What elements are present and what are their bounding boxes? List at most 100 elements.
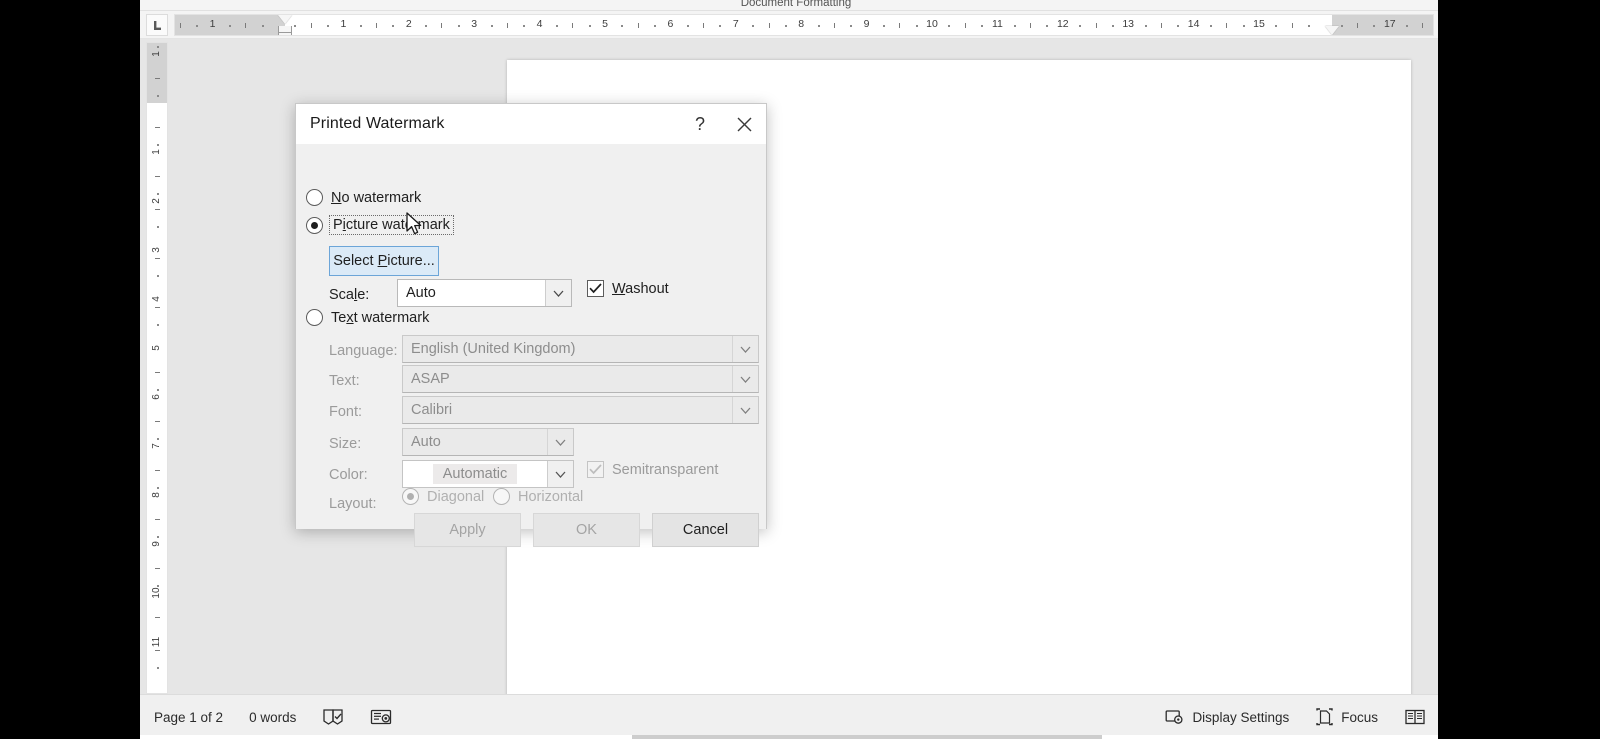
language-combobox[interactable]: English (United Kingdom) bbox=[402, 335, 759, 363]
radio-picture-watermark-control[interactable] bbox=[306, 216, 323, 234]
ruler-dot bbox=[1177, 25, 1179, 27]
text-label: Text: bbox=[329, 373, 360, 389]
ruler-dot bbox=[654, 25, 656, 27]
status-bar: Page 1 of 2 0 words Display Settings Foc… bbox=[140, 694, 1438, 739]
semitransparent-checkbox-row[interactable]: Semitransparent bbox=[587, 461, 718, 478]
language-dropdown-arrow[interactable] bbox=[732, 336, 758, 362]
ruler-dot bbox=[157, 438, 159, 440]
washout-checkbox[interactable] bbox=[587, 280, 604, 297]
ruler-tick bbox=[155, 470, 160, 471]
apply-button[interactable]: Apply bbox=[414, 513, 521, 547]
color-combobox[interactable]: Automatic bbox=[402, 460, 574, 488]
washout-label: Washout bbox=[612, 280, 669, 297]
right-indent-marker[interactable] bbox=[1325, 26, 1339, 35]
language-label: Language: bbox=[329, 343, 398, 359]
ruler-tick bbox=[155, 78, 160, 79]
horizontal-ruler-track[interactable]: 1 1 2 3 4 5 6 7 8 9 10 11 12 13 14 15 17 bbox=[174, 14, 1434, 36]
text-dropdown-arrow[interactable] bbox=[732, 366, 758, 392]
left-indent-marker[interactable] bbox=[278, 32, 292, 35]
ruler-tick bbox=[155, 568, 160, 569]
vertical-ruler[interactable]: 1 1 2 3 4 5 6 7 8 9 10 11 bbox=[146, 42, 168, 694]
ruler-dot bbox=[1079, 25, 1081, 27]
radio-no-watermark[interactable]: No watermark bbox=[306, 189, 421, 206]
size-dropdown-arrow[interactable] bbox=[547, 429, 573, 455]
cancel-button[interactable]: Cancel bbox=[652, 513, 759, 547]
status-display-settings-button[interactable]: Display Settings bbox=[1161, 705, 1293, 729]
color-value: Automatic bbox=[432, 464, 518, 484]
first-line-indent-marker[interactable] bbox=[278, 15, 292, 24]
ok-button[interactable]: OK bbox=[533, 513, 640, 547]
size-value: Auto bbox=[411, 434, 441, 450]
color-dropdown-arrow[interactable] bbox=[547, 461, 573, 487]
ruler-tick bbox=[155, 258, 160, 259]
ruler-dot bbox=[327, 25, 329, 27]
ruler-number: 10 bbox=[926, 18, 938, 30]
ruler-tick bbox=[638, 23, 639, 28]
radio-layout-horizontal[interactable]: Horizontal bbox=[493, 488, 583, 505]
help-button[interactable]: ? bbox=[678, 104, 722, 144]
ruler-tick bbox=[899, 23, 900, 28]
status-page-indicator[interactable]: Page 1 of 2 bbox=[150, 707, 227, 728]
font-combobox[interactable]: Calibri bbox=[402, 396, 759, 424]
ruler-dot bbox=[883, 25, 885, 27]
radio-picture-watermark[interactable]: Picture watermark bbox=[306, 215, 454, 235]
ruler-dot bbox=[948, 25, 950, 27]
horizontal-scrollbar[interactable] bbox=[140, 735, 1438, 739]
dialog-title-bar[interactable]: Printed Watermark ? bbox=[296, 104, 766, 144]
scrollbar-thumb[interactable] bbox=[632, 735, 1102, 739]
close-icon bbox=[737, 117, 751, 131]
accel-w: W bbox=[612, 280, 626, 297]
ruler-dot bbox=[196, 25, 198, 27]
chevron-down-icon bbox=[740, 346, 751, 353]
status-focus-button[interactable]: Focus bbox=[1311, 705, 1382, 729]
radio-layout-horizontal-label: Horizontal bbox=[518, 488, 584, 505]
ruler-dot bbox=[157, 226, 159, 228]
status-read-mode-button[interactable] bbox=[1400, 705, 1430, 729]
ruler-number: 11 bbox=[991, 18, 1003, 30]
proofing-errors-icon bbox=[322, 708, 344, 726]
chevron-down-icon bbox=[740, 376, 751, 383]
radio-text-watermark[interactable]: Text watermark bbox=[306, 309, 429, 326]
horizontal-ruler[interactable]: 1 1 2 3 4 5 6 7 8 9 10 11 12 13 14 15 17 bbox=[140, 11, 1438, 39]
ruler-dot bbox=[1046, 25, 1048, 27]
ruler-number: 5 bbox=[602, 18, 608, 30]
ruler-dot bbox=[157, 389, 159, 391]
status-word-count[interactable]: 0 words bbox=[245, 707, 300, 728]
ruler-tick bbox=[155, 519, 160, 520]
washout-checkbox-row[interactable]: Washout bbox=[587, 280, 669, 297]
ruler-number: 9 bbox=[863, 18, 870, 30]
ruler-dot bbox=[157, 193, 159, 195]
ruler-number: 15 bbox=[1253, 18, 1265, 30]
radio-layout-diagonal-control[interactable] bbox=[402, 488, 419, 505]
left-tab-stop-icon bbox=[153, 20, 161, 30]
ruler-dot bbox=[1145, 25, 1147, 27]
tab-stop-selector-button[interactable] bbox=[146, 14, 168, 36]
status-proofing-button[interactable] bbox=[318, 705, 348, 729]
text-combobox[interactable]: ASAP bbox=[402, 365, 759, 393]
ruler-tick bbox=[311, 23, 312, 28]
scale-dropdown-arrow[interactable] bbox=[545, 280, 571, 306]
radio-text-watermark-control[interactable] bbox=[306, 309, 323, 326]
radio-layout-diagonal[interactable]: Diagonal bbox=[402, 488, 484, 505]
scale-combobox[interactable]: Auto bbox=[397, 279, 572, 307]
size-combobox[interactable]: Auto bbox=[402, 428, 574, 456]
status-accessibility-button[interactable] bbox=[366, 705, 396, 729]
checkmark-icon bbox=[589, 283, 602, 294]
ruler-dot bbox=[458, 25, 460, 27]
ruler-dot bbox=[262, 25, 264, 27]
ruler-number: 1 bbox=[340, 18, 347, 30]
radio-layout-horizontal-control[interactable] bbox=[493, 488, 510, 505]
horizontal-ruler-marks: 1 1 2 3 4 5 6 7 8 9 10 11 12 13 14 15 17 bbox=[175, 15, 1433, 35]
ruler-dot bbox=[785, 25, 787, 27]
ruler-dot bbox=[719, 25, 721, 27]
printed-watermark-dialog[interactable]: Printed Watermark ? No watermark Picture… bbox=[295, 103, 767, 547]
semitransparent-checkbox[interactable] bbox=[587, 461, 604, 478]
close-button[interactable] bbox=[722, 104, 766, 144]
word-application-window: Document Formatting 1 1 2 3 4 5 6 7 8 9 10 11 12 13 14… bbox=[140, 0, 1438, 739]
ruler-tick bbox=[376, 23, 377, 28]
select-picture-button[interactable]: Select Picture... bbox=[329, 246, 439, 276]
font-dropdown-arrow[interactable] bbox=[732, 397, 758, 423]
ruler-dot bbox=[157, 144, 159, 146]
radio-no-watermark-control[interactable] bbox=[306, 189, 323, 206]
focus-mode-icon bbox=[1315, 708, 1334, 726]
